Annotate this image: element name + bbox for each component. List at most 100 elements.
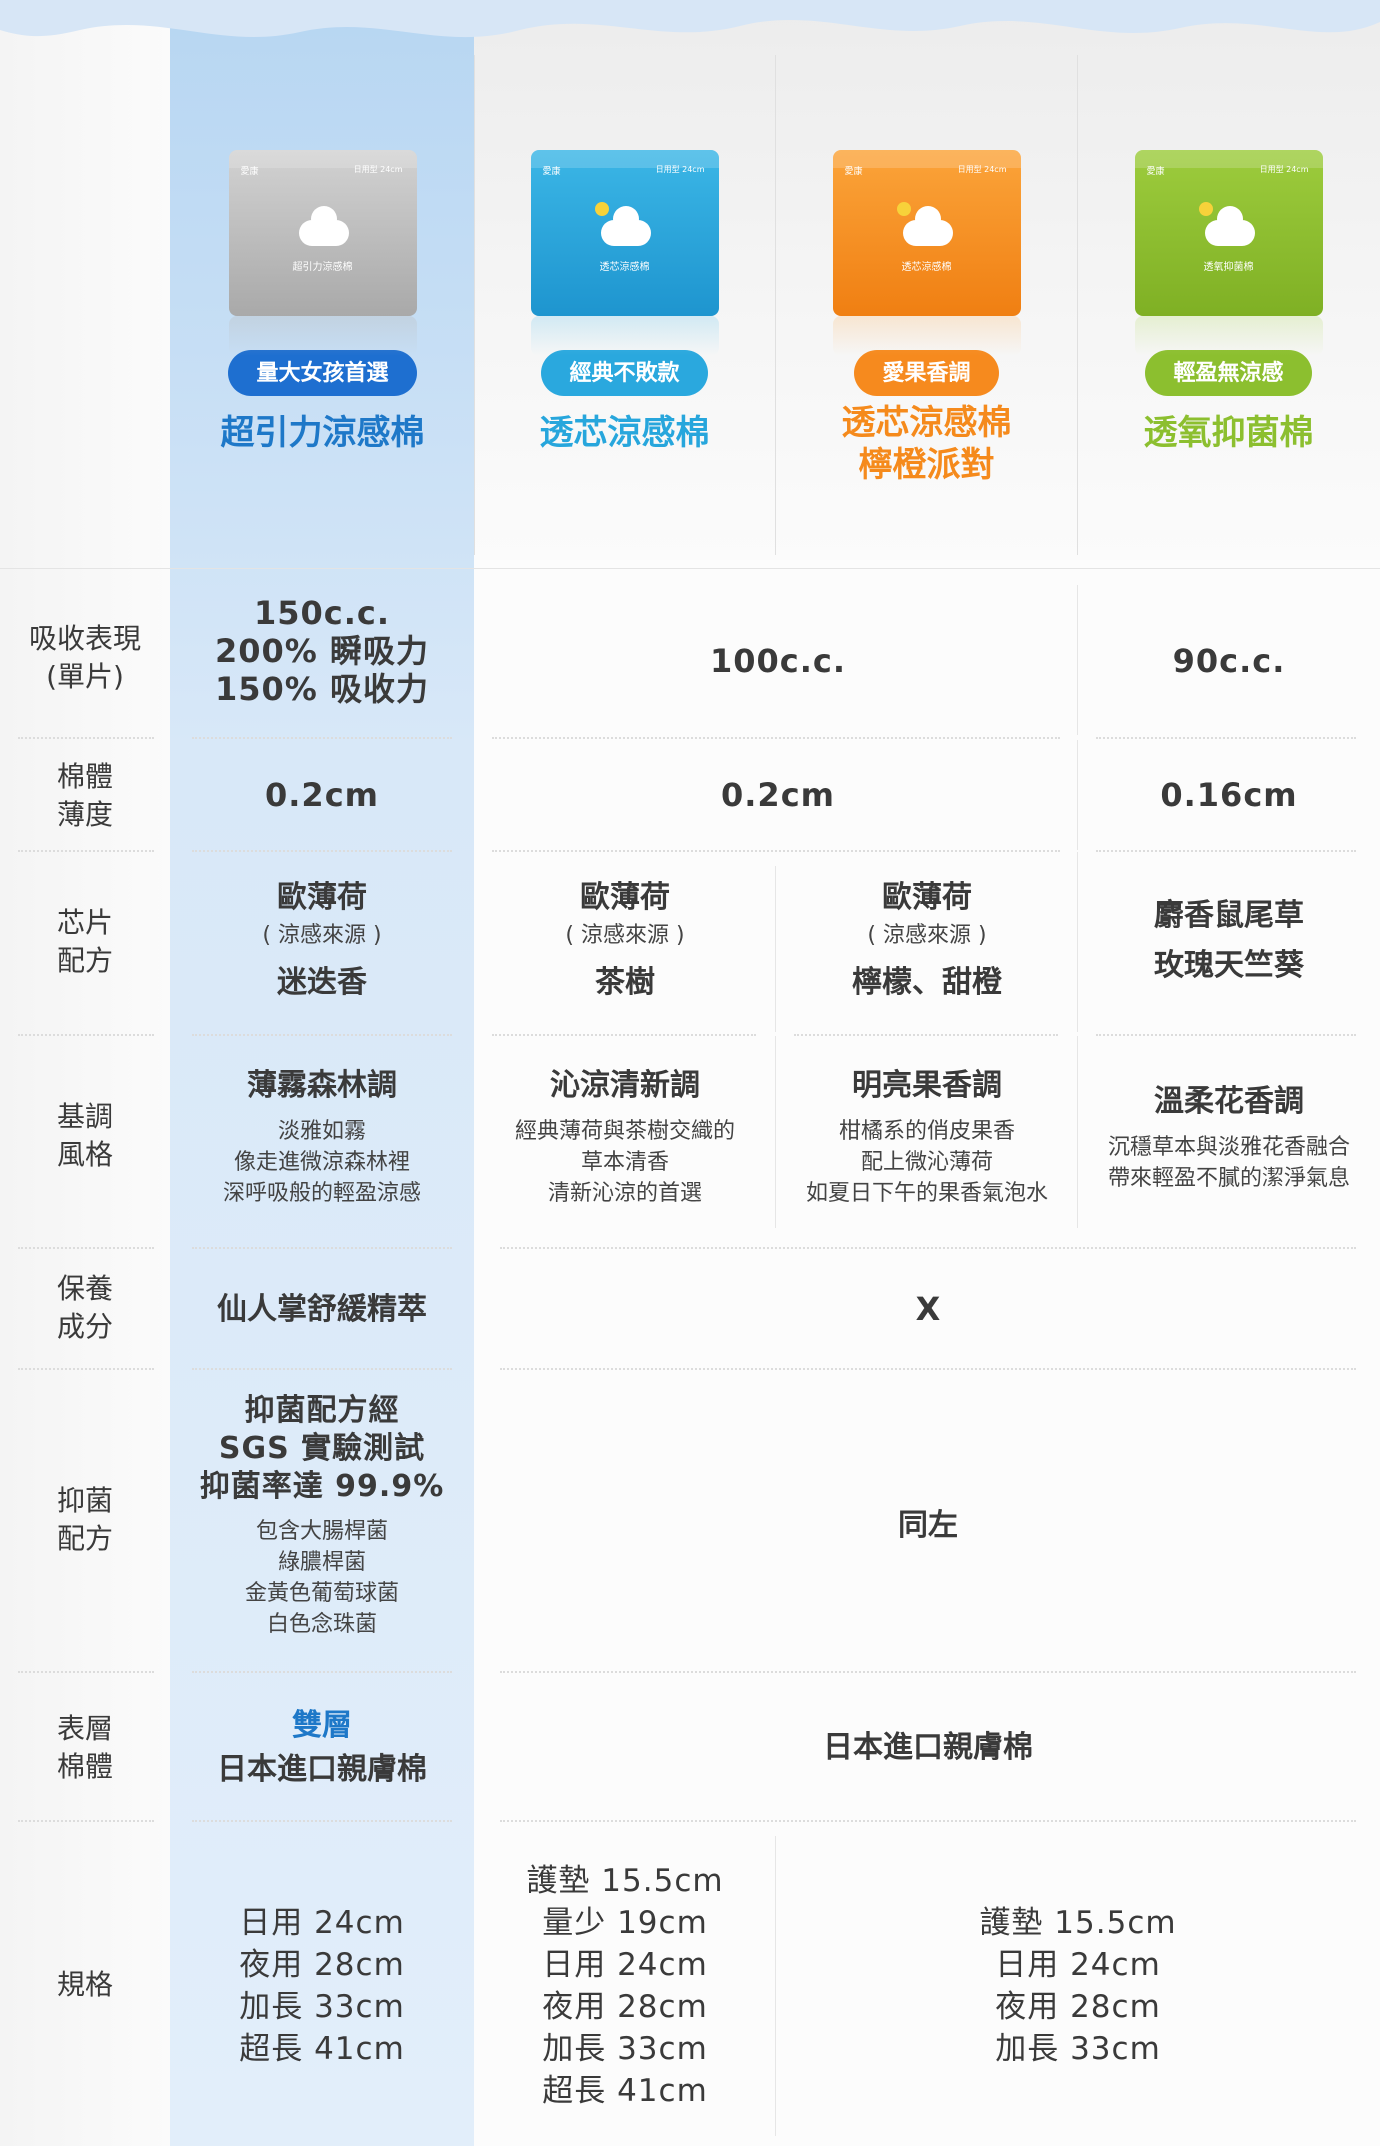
tone-c2: 沁涼清新調 經典薄荷與茶樹交織的 草本清香 清新沁涼的首選 bbox=[476, 1066, 774, 1209]
row-divider bbox=[192, 1820, 452, 1822]
chip-c2-main: 歐薄荷 bbox=[580, 880, 670, 915]
pack-spec: 日用型 24cm bbox=[353, 165, 403, 174]
row-label-antibac: 抑菌 配方 bbox=[56, 1484, 113, 1555]
chip-c4-main: 麝香鼠尾草 bbox=[1154, 898, 1304, 933]
row-divider bbox=[192, 737, 452, 739]
row-label-sizes: 規格 bbox=[56, 1968, 113, 2001]
tone-c4-desc: 沉穩草本與淡雅花香融合 帶來輕盈不膩的潔淨氣息 bbox=[1107, 1135, 1350, 1191]
antibac-c1-title: 抑菌配方經 SGS 實驗測試 抑菌率達 99.9% bbox=[199, 1393, 445, 1504]
product-name: 透芯涼感棉 bbox=[539, 413, 710, 453]
header-divider bbox=[0, 568, 1380, 569]
row-divider bbox=[500, 1671, 1356, 1673]
thickness-c23: 0.2cm bbox=[721, 776, 835, 814]
chip-c2-second: 茶樹 bbox=[595, 965, 655, 1000]
cell-divider bbox=[1077, 740, 1078, 850]
comparison-page: { "colors": { "highlight_column": "#cfe3… bbox=[0, 0, 1380, 2146]
chip-c2-note: ( 涼感來源 ) bbox=[565, 923, 685, 948]
pack-spec: 日用型 24cm bbox=[1259, 165, 1309, 174]
product-pack-image: 愛康 日用型 24cm 透芯涼感棉 bbox=[530, 150, 719, 316]
row-label-care: 保養 成分 bbox=[56, 1272, 113, 1343]
antibac-c1-desc: 包含大腸桿菌 綠膿桿菌 金黃色葡萄球菌 白色念珠菌 bbox=[244, 1519, 399, 1637]
sun-icon bbox=[896, 202, 911, 216]
pack-reflection bbox=[832, 316, 1021, 356]
care-c1: 仙人掌舒緩精萃 bbox=[217, 1292, 427, 1327]
pack-brand: 愛康 bbox=[240, 167, 259, 177]
row-divider bbox=[794, 1034, 1058, 1036]
product-tag: 量大女孩首選 bbox=[228, 350, 417, 396]
pack-product-name: 透芯涼感棉 bbox=[599, 262, 650, 273]
row-divider bbox=[18, 1671, 154, 1673]
cell-divider bbox=[1077, 585, 1078, 735]
product-pack-image: 愛康 日用型 24cm 透氧抑菌棉 bbox=[1134, 150, 1323, 316]
chip-c2: 歐薄荷 ( 涼感來源 ) 茶樹 bbox=[476, 878, 774, 1003]
row-divider bbox=[500, 1820, 1356, 1822]
row-divider bbox=[492, 1034, 756, 1036]
absorption-c23: 100c.c. bbox=[709, 642, 847, 680]
sun-icon bbox=[1198, 202, 1213, 216]
product-tag: 輕盈無涼感 bbox=[1145, 350, 1312, 396]
pack-spec: 日用型 24cm bbox=[655, 165, 705, 174]
cell-divider bbox=[1077, 1036, 1078, 1228]
product-header-1: 愛康 日用型 24cm 超引力涼感棉 量大女孩首選 超引力涼感棉 bbox=[172, 150, 473, 454]
row-label-thickness: 棉體 薄度 bbox=[56, 760, 113, 831]
product-pack-image: 愛康 日用型 24cm 透芯涼感棉 bbox=[832, 150, 1021, 316]
tone-c3-title: 明亮果香調 bbox=[852, 1068, 1002, 1103]
row-divider bbox=[192, 1671, 452, 1673]
top-wave-decoration bbox=[0, 0, 1380, 38]
chip-c3-main: 歐薄荷 bbox=[882, 880, 972, 915]
row-divider bbox=[192, 850, 452, 852]
surface-c1: 雙層 日本進口親膚棉 bbox=[174, 1706, 470, 1790]
row-divider bbox=[18, 737, 154, 739]
product-header-3: 愛康 日用型 24cm 透芯涼感棉 愛果香調 透芯涼感棉 檸橙派對 bbox=[776, 150, 1077, 486]
product-header-2: 愛康 日用型 24cm 透芯涼感棉 經典不敗款 透芯涼感棉 bbox=[474, 150, 775, 454]
surface-c1-main: 日本進口親膚棉 bbox=[217, 1752, 427, 1787]
product-pack-image: 愛康 日用型 24cm 超引力涼感棉 bbox=[228, 150, 417, 316]
product-name: 透氧抑菌棉 bbox=[1143, 413, 1314, 453]
cloud-icon bbox=[902, 206, 953, 246]
product-name: 透芯涼感棉 檸橙派對 bbox=[776, 402, 1077, 486]
thickness-c4: 0.16cm bbox=[1160, 776, 1298, 814]
cell-divider bbox=[775, 866, 776, 1032]
pack-reflection bbox=[228, 316, 417, 356]
tone-c4-title: 溫柔花香調 bbox=[1154, 1084, 1304, 1119]
pack-product-name: 超引力涼感棉 bbox=[292, 262, 353, 273]
antibac-c1: 抑菌配方經 SGS 實驗測試 抑菌率達 99.9% 包含大腸桿菌 綠膿桿菌 金黃… bbox=[174, 1392, 470, 1640]
row-divider bbox=[18, 1368, 154, 1370]
pack-product-name: 透氧抑菌棉 bbox=[1203, 262, 1254, 273]
pack-brand: 愛康 bbox=[542, 167, 561, 177]
pack-brand: 愛康 bbox=[844, 167, 863, 177]
pack-brand: 愛康 bbox=[1146, 167, 1165, 177]
cloud-icon bbox=[298, 206, 349, 246]
product-name-line2: 檸橙派對 bbox=[858, 445, 995, 485]
row-divider bbox=[492, 737, 1060, 739]
chip-c3-note: ( 涼感來源 ) bbox=[867, 923, 987, 948]
sizes-c34: 護墊 15.5cm 日用 24cm 夜用 28cm 加長 33cm bbox=[979, 1905, 1177, 2067]
cloud-icon bbox=[600, 206, 651, 246]
tone-c2-desc: 經典薄荷與茶樹交織的 草本清香 清新沁涼的首選 bbox=[514, 1119, 735, 1206]
sizes-c2: 護墊 15.5cm 量少 19cm 日用 24cm 夜用 28cm 加長 33c… bbox=[526, 1863, 724, 2109]
thickness-c1: 0.2cm bbox=[265, 776, 379, 814]
row-divider bbox=[1096, 850, 1356, 852]
row-label-tone: 基調 風格 bbox=[56, 1100, 113, 1171]
row-divider bbox=[192, 1247, 452, 1249]
pack-spec: 日用型 24cm bbox=[957, 165, 1007, 174]
product-name: 超引力涼感棉 bbox=[220, 413, 425, 453]
row-divider bbox=[192, 1034, 452, 1036]
product-tag: 經典不敗款 bbox=[541, 350, 708, 396]
row-divider bbox=[18, 850, 154, 852]
antibac-c234: 同左 bbox=[898, 1508, 958, 1543]
row-label-absorption: 吸收表現 (單片) bbox=[28, 622, 141, 693]
sun-icon bbox=[594, 202, 609, 216]
tone-c4: 溫柔花香調 沉穩草本與淡雅花香融合 帶來輕盈不膩的潔淨氣息 bbox=[1080, 1082, 1378, 1194]
chip-c1-main: 歐薄荷 bbox=[277, 880, 367, 915]
row-divider bbox=[192, 1368, 452, 1370]
absorption-c4: 90c.c. bbox=[1172, 642, 1286, 680]
pack-product-name: 透芯涼感棉 bbox=[901, 262, 952, 273]
pack-reflection bbox=[1134, 316, 1323, 356]
tone-c2-title: 沁涼清新調 bbox=[550, 1068, 700, 1103]
chip-c1: 歐薄荷 ( 涼感來源 ) 迷迭香 bbox=[174, 878, 470, 1003]
cloud-icon bbox=[1204, 206, 1255, 246]
row-label-surface: 表層 棉體 bbox=[56, 1712, 113, 1783]
product-name-line1: 透芯涼感棉 bbox=[841, 403, 1012, 443]
cell-divider bbox=[775, 1036, 776, 1228]
